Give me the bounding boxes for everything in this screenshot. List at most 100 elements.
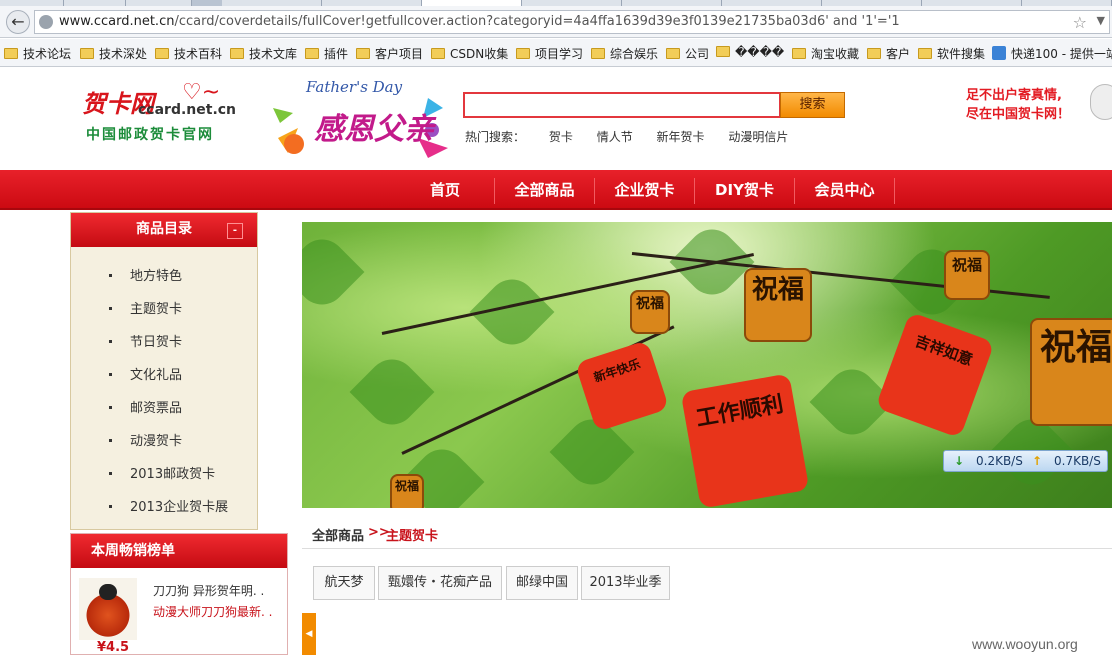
download-speed: 0.2KB/S	[976, 454, 1023, 468]
subcategory-tag[interactable]: 2013毕业季	[581, 566, 670, 600]
blessing-plaque: 祝福	[744, 268, 812, 342]
branch-shape	[381, 253, 755, 335]
hot-link[interactable]: 新年贺卡	[657, 130, 705, 144]
bookmark-item[interactable]: 淘宝收藏	[792, 45, 859, 63]
nav-item-all-products[interactable]: 全部商品	[495, 170, 594, 210]
side-scroll-tab[interactable]: ◀	[302, 613, 316, 655]
product-title[interactable]: 刀刀狗 异形贺年明. .	[153, 582, 264, 599]
main-nav: 首页 全部商品 企业贺卡 DIY贺卡 会员中心	[0, 170, 1112, 210]
subcategory-tag[interactable]: 航天梦	[313, 566, 375, 600]
bookmark-item[interactable]: 客户	[867, 45, 910, 63]
bookmarks-bar: 技术论坛 技术深处 技术百科 技术文库 插件 客户项目 CSDN收集 项目学习 …	[0, 39, 1112, 67]
bullet-icon	[109, 340, 112, 343]
bookmark-item[interactable]: 技术深处	[80, 45, 147, 63]
bookmark-item[interactable]: 客户项目	[356, 45, 423, 63]
bookmark-label: 软件搜集	[937, 47, 986, 61]
bookmark-label: 技术论坛	[23, 47, 72, 61]
bullet-icon	[109, 373, 112, 376]
slogan-line: 足不出户寄真情,	[966, 88, 1062, 103]
category-item[interactable]: 2013邮政贺卡	[109, 463, 215, 483]
bookmark-item[interactable]: CSDN收集	[431, 45, 508, 63]
panda-face-icon	[99, 584, 117, 600]
chevron-down-icon[interactable]: ▼	[1097, 14, 1105, 27]
upload-arrow-icon: ↑	[1032, 454, 1043, 468]
network-speed-widget[interactable]: ↓ 0.2KB/S ↑ 0.7KB/S	[943, 450, 1108, 472]
url-field[interactable]: www.ccard.net.cn/ccard/coverdetails/full…	[34, 10, 1110, 34]
hot-search-label: 热门搜索：	[465, 130, 526, 144]
site-header: 贺卡网 ♡~ ccard.net.cn 中国邮政贺卡官网 Father's Da…	[0, 68, 1112, 170]
blessing-plaque: 祝福	[630, 290, 670, 334]
category-label: 动漫贺卡	[130, 434, 183, 449]
customer-service-icon[interactable]	[1090, 84, 1112, 120]
folder-icon	[431, 48, 445, 59]
bookmark-item[interactable]: 技术百科	[155, 45, 222, 63]
folder-icon	[918, 48, 932, 59]
category-label: 地方特色	[130, 269, 183, 284]
folder-icon	[666, 48, 680, 59]
bookmark-label: 淘宝收藏	[811, 47, 860, 61]
hot-link[interactable]: 贺卡	[549, 130, 573, 144]
nav-item-home[interactable]: 首页	[396, 170, 494, 210]
bestsellers-panel: 本周畅销榜单 刀刀狗 异形贺年明. . 动漫大师刀刀狗最新. . ¥4.5	[70, 533, 288, 655]
category-item[interactable]: 动漫贺卡	[109, 430, 182, 450]
category-item[interactable]: 主题贺卡	[109, 298, 182, 318]
product-thumbnail[interactable]	[79, 578, 137, 640]
nav-item-corporate-cards[interactable]: 企业贺卡	[595, 170, 694, 210]
download-arrow-icon: ↓	[954, 454, 965, 468]
search-button[interactable]: 搜索	[780, 92, 845, 118]
folder-icon	[867, 48, 881, 59]
back-button[interactable]: ←	[6, 10, 30, 34]
bookmark-item[interactable]: 插件	[305, 45, 348, 63]
bookmark-label: 技术文库	[249, 47, 298, 61]
bookmark-label: ����	[735, 45, 785, 59]
blessing-plaque: 祝福	[1030, 318, 1112, 426]
bookmark-label: 技术百科	[174, 47, 223, 61]
breadcrumb-root[interactable]: 全部商品	[312, 525, 364, 544]
category-label: 邮资票品	[130, 401, 183, 416]
slogan: 足不出户寄真情, 尽在中国贺卡网！	[966, 86, 1070, 124]
leaf-shape	[349, 349, 435, 435]
hot-search: 热门搜索： 贺卡 情人节 新年贺卡 动漫明信片	[465, 128, 808, 145]
folder-icon	[591, 48, 605, 59]
upload-speed: 0.7KB/S	[1054, 454, 1101, 468]
folder-icon	[356, 48, 370, 59]
folder-icon	[716, 46, 730, 57]
fathers-day-promo[interactable]: Father's Day 感恩父亲	[268, 78, 453, 164]
product-description[interactable]: 动漫大师刀刀狗最新. .	[153, 602, 283, 622]
nav-item-member-center[interactable]: 会员中心	[795, 170, 894, 210]
globe-icon	[39, 15, 53, 29]
bookmark-item[interactable]: 项目学习	[516, 45, 583, 63]
category-item[interactable]: 节日贺卡	[109, 331, 182, 351]
category-item[interactable]: 文化礼品	[109, 364, 182, 384]
folder-icon	[792, 48, 806, 59]
url-text[interactable]: www.ccard.net.cn/ccard/coverdetails/full…	[59, 14, 900, 29]
breadcrumb-current[interactable]: 主题贺卡	[386, 525, 438, 544]
bookmark-item[interactable]: 综合娱乐	[591, 45, 658, 63]
hot-link[interactable]: 情人节	[597, 130, 633, 144]
category-item[interactable]: 2013企业贺卡展	[109, 496, 228, 516]
subcategory-tag[interactable]: 甄嬛传・花痴产品	[378, 566, 502, 600]
bookmark-item[interactable]: ����	[716, 45, 784, 63]
hot-link[interactable]: 动漫明信片	[728, 130, 788, 144]
bookmark-item[interactable]: 技术文库	[230, 45, 297, 63]
bookmark-item[interactable]: 技术论坛	[4, 45, 71, 63]
promo-cn-title: 感恩父亲	[314, 112, 434, 147]
folder-icon	[4, 48, 18, 59]
category-item[interactable]: 地方特色	[109, 265, 182, 285]
site-logo[interactable]: 贺卡网 ♡~ ccard.net.cn 中国邮政贺卡官网	[82, 80, 262, 144]
bookmark-item[interactable]: 快递100 - 提供一站	[992, 45, 1112, 63]
url-path: /ccard/coverdetails/fullCover!getfullcov…	[174, 14, 900, 29]
bookmark-label: 公司	[685, 47, 710, 61]
search-input[interactable]	[463, 92, 781, 118]
bookmark-star-icon[interactable]: ☆	[1073, 13, 1087, 32]
bestsellers-title: 本周畅销榜单	[71, 534, 287, 568]
nav-item-diy-cards[interactable]: DIY贺卡	[695, 170, 794, 210]
bookmark-item[interactable]: 软件搜集	[918, 45, 985, 63]
bookmark-item[interactable]: 公司	[666, 45, 709, 63]
folder-icon	[305, 48, 319, 59]
category-item[interactable]: 邮资票品	[109, 397, 182, 417]
collapse-toggle[interactable]: -	[227, 223, 243, 239]
subcategory-tag[interactable]: 邮绿中国	[506, 566, 578, 600]
blessing-plaque: 祝福	[390, 474, 424, 508]
bookmark-label: CSDN收集	[450, 47, 509, 61]
